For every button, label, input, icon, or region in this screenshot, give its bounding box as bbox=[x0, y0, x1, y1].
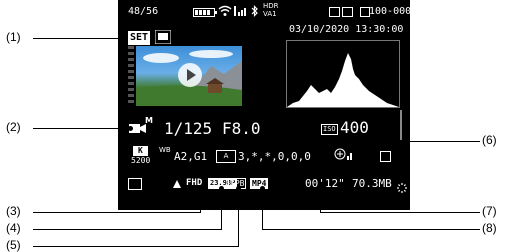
image-transfer-icon bbox=[329, 7, 340, 17]
wb-kelvin-badge: K bbox=[133, 146, 148, 156]
play-button[interactable] bbox=[178, 63, 202, 87]
transfer-icon bbox=[128, 178, 142, 190]
bluetooth-icon bbox=[251, 5, 258, 17]
image-thumbnail bbox=[136, 46, 242, 106]
callout-dot-2 bbox=[128, 126, 133, 131]
callout-dot-1 bbox=[120, 36, 125, 41]
hdr-label: HDR bbox=[263, 2, 279, 10]
leader-8 bbox=[262, 229, 480, 230]
leader-5 bbox=[33, 246, 239, 247]
date-time: 03/10/2020 13:30:00 bbox=[289, 24, 404, 35]
rating-icon bbox=[155, 30, 171, 44]
callout-8: (8) bbox=[482, 221, 497, 235]
leader-4 bbox=[33, 229, 222, 230]
picture-style-value: 3,*,*,0,0,0 bbox=[238, 150, 311, 163]
wb-label: WB bbox=[159, 146, 171, 154]
callout-6: (6) bbox=[482, 133, 497, 147]
callout-2: (2) bbox=[6, 120, 21, 134]
wb-kelvin-value: 5200 bbox=[131, 156, 151, 165]
audio-wind-filter-icon bbox=[334, 148, 352, 160]
file-size: 70.3MB bbox=[352, 177, 392, 190]
hdr-mode-label: VA1 bbox=[263, 10, 277, 18]
aperture-value: F8.0 bbox=[222, 119, 261, 138]
busy-icon bbox=[397, 183, 407, 193]
callout-5: (5) bbox=[6, 238, 21, 252]
camera-info-display: 48/56 HDR VA1 100-0003 03/10/2020 13:30:… bbox=[118, 0, 410, 210]
callout-dot-6 bbox=[358, 139, 363, 144]
set-badge: SET bbox=[128, 31, 151, 45]
callout-dot-8 bbox=[260, 186, 265, 191]
callout-3: (3) bbox=[6, 204, 21, 218]
callout-1: (1) bbox=[6, 30, 21, 44]
scroll-indicator bbox=[400, 110, 402, 140]
callout-dot-4 bbox=[219, 186, 224, 191]
play-icon bbox=[187, 69, 196, 81]
wifi-icon bbox=[218, 5, 232, 16]
callout-7: (7) bbox=[482, 204, 497, 218]
movie-mode-letter: M bbox=[145, 116, 153, 125]
signal-strength-icon bbox=[234, 6, 246, 16]
callout-dot-3 bbox=[198, 186, 203, 191]
callout-dot-5 bbox=[236, 186, 241, 191]
folder-file-number: 100-0003 bbox=[369, 6, 410, 17]
battery-icon bbox=[193, 8, 217, 17]
shutter-speed: 1/125 bbox=[164, 119, 213, 138]
histogram bbox=[286, 40, 400, 108]
shooting-mode-icon bbox=[173, 180, 181, 188]
iso-value: 400 bbox=[340, 118, 369, 137]
callout-dot-7 bbox=[318, 194, 323, 199]
thumbnail-left-strip bbox=[128, 46, 134, 106]
callout-4: (4) bbox=[6, 221, 21, 235]
protect-icon bbox=[342, 7, 353, 17]
frame-counter: 48/56 bbox=[128, 6, 159, 17]
leader-1 bbox=[33, 38, 123, 39]
leader-7 bbox=[320, 212, 480, 213]
iso-label: ISO bbox=[321, 124, 338, 135]
leader-2 bbox=[33, 128, 130, 129]
leader-3 bbox=[33, 212, 201, 213]
playtime: 00'12" bbox=[305, 177, 345, 190]
aspect-frame-icon bbox=[380, 151, 391, 162]
picture-style-icon: A bbox=[216, 150, 236, 163]
wb-shift-value: A2,G1 bbox=[174, 150, 208, 163]
